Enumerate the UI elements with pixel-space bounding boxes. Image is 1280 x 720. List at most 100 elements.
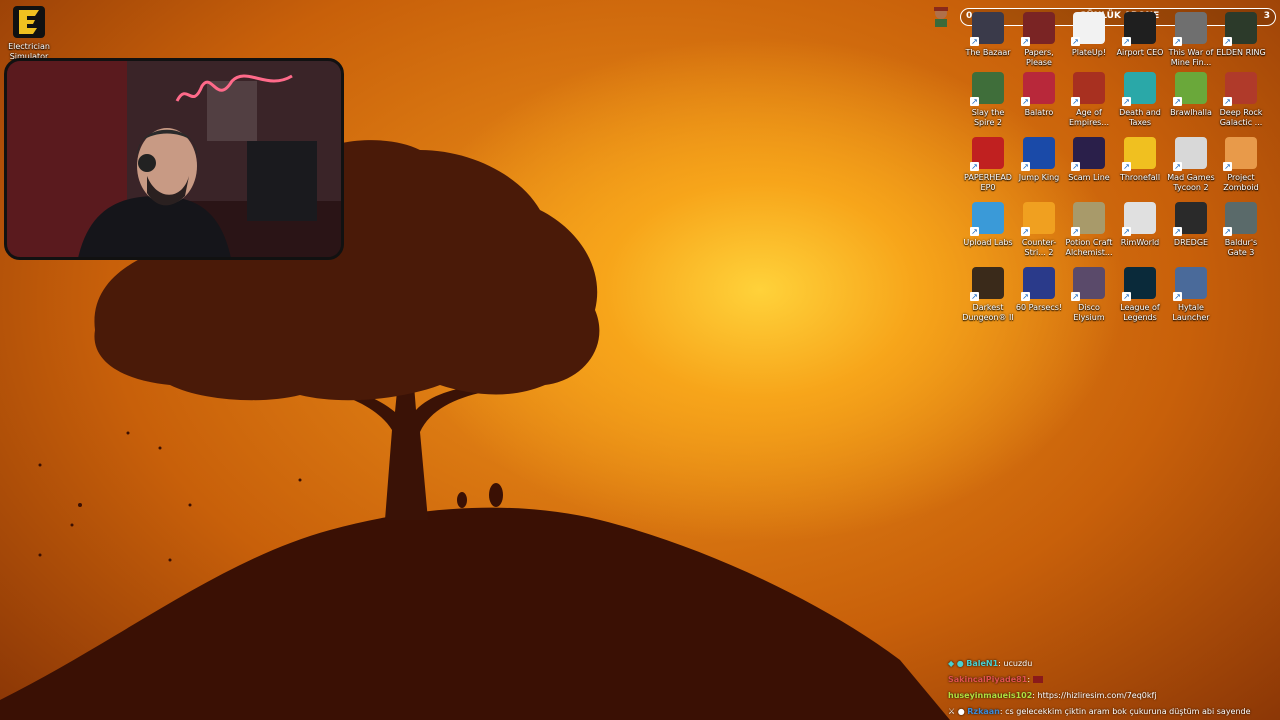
desktop-icon-jump-king[interactable]: ↗ Jump King [1012,137,1066,183]
death-and-taxes-icon: ↗ [1122,72,1156,106]
chat-message: ◆ ● BaleN1: ucuzdu [948,659,1033,668]
desktop-icon-upload-labs[interactable]: ↗ Upload Labs [961,202,1015,248]
desktop-icon-label: DREDGE [1173,238,1209,247]
desktop-icon-slay-the-spire[interactable]: ↗ Slay the Spire 2 [961,72,1015,128]
chat-text: cs gelecekkim çiktin aram bok çukuruna d… [1005,707,1251,716]
desktop-icon-label: Age of Empires... [1069,108,1109,127]
desktop-icon-label: Darkest Dungeon® II [962,303,1014,322]
desktop-icon-elden-ring[interactable]: ↗ ELDEN RING [1214,12,1268,58]
streamer-avatar-icon [930,4,952,28]
emote-icon [1032,676,1043,683]
league-of-legends-icon: ↗ [1122,267,1156,301]
shortcut-arrow-icon: ↗ [1071,227,1080,236]
desktop-icon-age-of-empires[interactable]: ↗ Age of Empires... [1062,72,1116,128]
desktop-icon-label: Potion Craft Alchemist... [1065,238,1113,257]
upload-labs-icon: ↗ [970,202,1004,236]
shortcut-arrow-icon: ↗ [970,162,979,171]
shortcut-arrow-icon: ↗ [1223,162,1232,171]
desktop-icon-rimworld[interactable]: ↗ RimWorld [1113,202,1167,248]
electrician-icon [13,6,45,38]
chat-message: SakincalPiyade81: [948,672,1278,688]
desktop-icon-papers-please[interactable]: ↗ Papers, Please [1012,12,1066,68]
bazaar-icon: ↗ [970,12,1004,46]
desktop-icon-label: 60 Parsecs! [1015,303,1063,312]
shortcut-arrow-icon: ↗ [1021,97,1030,106]
shortcut-arrow-icon: ↗ [1173,97,1182,106]
desktop-icon-this-war-of-mine[interactable]: ↗ This War of Mine Fin... [1164,12,1218,68]
airport-ceo-icon: ↗ [1122,12,1156,46]
desktop-icon-airport-ceo[interactable]: ↗ Airport CEO [1113,12,1167,58]
desktop-icon-paperhead[interactable]: ↗ PAPERHEAD EP0 [961,137,1015,193]
chat-message: ⚔ ● Rzkaan: cs gelecekkim çiktin aram bo… [948,707,1251,716]
shortcut-arrow-icon: ↗ [1173,162,1182,171]
desktop-icon-label: Hytale Launcher [1172,303,1210,322]
baldurs-gate-icon: ↗ [1223,202,1257,236]
scam-line-icon: ↗ [1071,137,1105,171]
shortcut-arrow-icon: ↗ [1071,292,1080,301]
deep-rock-galactic-icon: ↗ [1223,72,1257,106]
shortcut-arrow-icon: ↗ [1071,37,1080,46]
desktop-icon-league-of-legends[interactable]: ↗ League of Legends [1113,267,1167,323]
shortcut-arrow-icon: ↗ [1071,162,1080,171]
desktop-icon-project-zomboid[interactable]: ↗ Project Zomboid [1214,137,1268,193]
slay-the-spire-icon: ↗ [970,72,1004,106]
shortcut-arrow-icon: ↗ [970,37,979,46]
desktop-icon-label: Brawlhalla [1170,108,1212,117]
desktop-icon-label: Balatro [1024,108,1054,117]
desktop-icon-scam-line[interactable]: ↗ Scam Line [1062,137,1116,183]
shortcut-arrow-icon: ↗ [1071,97,1080,106]
chat-username: Rzkaan [967,707,1000,716]
shortcut-arrow-icon: ↗ [1122,292,1131,301]
desktop-icon-label: Baldur's Gate 3 [1224,238,1258,257]
desktop-icon-label: ELDEN RING [1216,48,1266,57]
desktop-icon-balatro[interactable]: ↗ Balatro [1012,72,1066,118]
desktop-icon-brawlhalla[interactable]: ↗ Brawlhalla [1164,72,1218,118]
desktop-icon-thronefall[interactable]: ↗ Thronefall [1113,137,1167,183]
desktop-icon-potion-craft[interactable]: ↗ Potion Craft Alchemist... [1062,202,1116,258]
desktop-icon-sixty-parsecs[interactable]: ↗ 60 Parsecs! [1012,267,1066,313]
shortcut-arrow-icon: ↗ [970,227,979,236]
jump-king-icon: ↗ [1021,137,1055,171]
shortcut-arrow-icon: ↗ [1223,97,1232,106]
desktop-icon-mad-games-tycoon[interactable]: ↗ Mad Games Tycoon 2 [1164,137,1218,193]
shortcut-arrow-icon: ↗ [1021,292,1030,301]
desktop-icon-deep-rock-galactic[interactable]: ↗ Deep Rock Galactic ... [1214,72,1268,128]
chat-message: huseyinmaueis102: https://hizliresim.com… [948,691,1157,700]
shortcut-arrow-icon: ↗ [1173,227,1182,236]
desktop-icon-label: Jump King [1018,173,1060,182]
shortcut-arrow-icon: ↗ [1122,37,1131,46]
rimworld-icon: ↗ [1122,202,1156,236]
brawlhalla-icon: ↗ [1173,72,1207,106]
papers-please-icon: ↗ [1021,12,1055,46]
desktop-icon-label: Death and Taxes [1119,108,1161,127]
desktop-icon-electrician-simulator[interactable]: Electrician Simulator [2,6,56,62]
chat-overlay: ◆ ● BaleN1: ucuzdu SakincalPiyade81: hus… [948,656,1278,720]
plateup-icon: ↗ [1071,12,1105,46]
desktop-icon-label: RimWorld [1120,238,1160,247]
desktop-icon-hytale[interactable]: ↗ Hytale Launcher [1164,267,1218,323]
this-war-of-mine-icon: ↗ [1173,12,1207,46]
desktop-icon-label: Mad Games Tycoon 2 [1167,173,1215,192]
desktop-icon-baldurs-gate[interactable]: ↗ Baldur's Gate 3 [1214,202,1268,258]
shortcut-arrow-icon: ↗ [1021,37,1030,46]
desktop-icon-counter-strike[interactable]: ↗ Counter-Stri... 2 [1012,202,1066,258]
shortcut-arrow-icon: ↗ [1223,37,1232,46]
shortcut-arrow-icon: ↗ [1021,227,1030,236]
project-zomboid-icon: ↗ [1223,137,1257,171]
shortcut-arrow-icon: ↗ [1122,97,1131,106]
desktop-icon-death-and-taxes[interactable]: ↗ Death and Taxes [1113,72,1167,128]
desktop-icon-label: This War of Mine Fin... [1168,48,1214,67]
potion-craft-icon: ↗ [1071,202,1105,236]
sixty-parsecs-icon: ↗ [1021,267,1055,301]
shortcut-arrow-icon: ↗ [1122,162,1131,171]
darkest-dungeon-icon: ↗ [970,267,1004,301]
desktop-icon-darkest-dungeon[interactable]: ↗ Darkest Dungeon® II [961,267,1015,323]
desktop-icon-dredge[interactable]: ↗ DREDGE [1164,202,1218,248]
desktop-icon-plateup[interactable]: ↗ PlateUp! [1062,12,1116,58]
thronefall-icon: ↗ [1122,137,1156,171]
desktop-icon-label: Disco Elysium [1073,303,1105,322]
desktop-icon-disco-elysium[interactable]: ↗ Disco Elysium [1062,267,1116,323]
desktop-icon-bazaar[interactable]: ↗ The Bazaar [961,12,1015,58]
paperhead-icon: ↗ [970,137,1004,171]
shortcut-arrow-icon: ↗ [970,292,979,301]
